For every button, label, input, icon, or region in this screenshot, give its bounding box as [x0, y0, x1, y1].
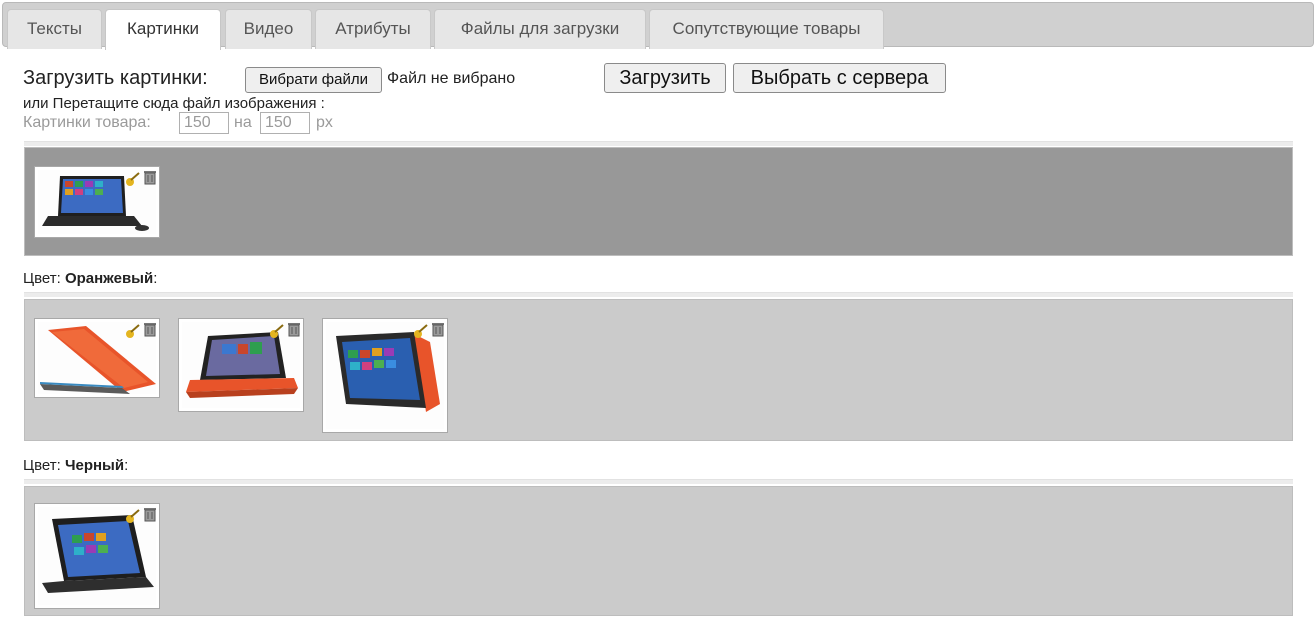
color-suffix: :	[153, 270, 158, 287]
image-thumb[interactable]	[322, 318, 448, 433]
tab-related-products[interactable]: Сопутствующие товары	[649, 9, 884, 49]
color-prefix: Цвет:	[23, 457, 61, 474]
image-thumb[interactable]	[34, 503, 160, 609]
image-gallery-general	[24, 147, 1293, 256]
edit-icon[interactable]	[125, 323, 141, 339]
image-size-unit: px	[316, 114, 333, 131]
edit-icon[interactable]	[413, 323, 429, 339]
edit-icon[interactable]	[125, 508, 141, 524]
file-status: Файл не вибрано	[387, 70, 516, 87]
divider	[24, 141, 1293, 146]
tab-video[interactable]: Видео	[225, 9, 312, 49]
choose-files-button[interactable]: Вибрати файли	[245, 67, 382, 93]
edit-icon[interactable]	[269, 323, 285, 339]
trash-icon[interactable]	[430, 321, 446, 337]
image-gallery-orange	[24, 299, 1293, 441]
trash-icon[interactable]	[142, 321, 158, 337]
trash-icon[interactable]	[286, 321, 302, 337]
image-thumb[interactable]	[34, 318, 160, 398]
color-prefix: Цвет:	[23, 270, 61, 287]
color-suffix: :	[124, 457, 129, 474]
image-size-label: Картинки товара:	[23, 114, 151, 131]
tab-texts[interactable]: Тексты	[7, 9, 102, 49]
color-label-orange: Цвет: Оранжевый:	[23, 270, 157, 287]
image-size-separator: на	[234, 114, 252, 131]
divider	[24, 292, 1293, 297]
color-name: Оранжевый	[64, 270, 154, 287]
color-label-black: Цвет: Черный:	[23, 457, 128, 474]
tab-attributes[interactable]: Атрибуты	[315, 9, 431, 49]
image-thumb[interactable]	[178, 318, 304, 412]
tab-downloads[interactable]: Файлы для загрузки	[434, 9, 646, 49]
image-height-input[interactable]: 150	[260, 112, 310, 134]
trash-icon[interactable]	[142, 506, 158, 522]
edit-icon[interactable]	[125, 171, 141, 187]
trash-icon[interactable]	[142, 169, 158, 185]
select-from-server-button[interactable]: Выбрать с сервера	[733, 63, 946, 93]
image-gallery-black	[24, 486, 1293, 616]
upload-button[interactable]: Загрузить	[604, 63, 726, 93]
image-width-input[interactable]: 150	[179, 112, 229, 134]
tab-bar: Тексты Картинки Видео Атрибуты Файлы для…	[2, 2, 1314, 50]
image-thumb[interactable]	[34, 166, 160, 238]
tab-images[interactable]: Картинки	[105, 9, 221, 50]
color-name: Черный	[64, 457, 125, 474]
drag-drop-hint: или Перетащите сюда файл изображения :	[23, 95, 325, 112]
divider	[24, 479, 1293, 484]
upload-label: Загрузить картинки:	[23, 67, 208, 89]
